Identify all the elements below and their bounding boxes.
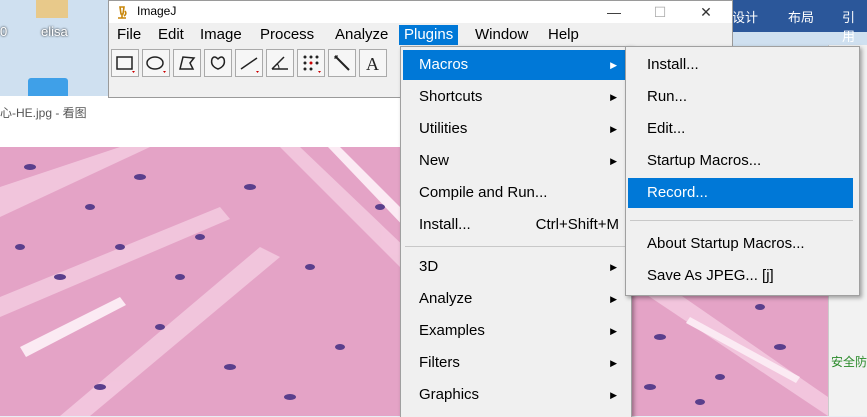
macros-item-save-as-jpeg[interactable]: Save As JPEG... [j] (628, 261, 853, 291)
desktop-icon-elisa-label[interactable]: elisa (41, 24, 68, 39)
maximize-button[interactable]: ☐ (637, 1, 683, 23)
imagej-titlebar[interactable]: ImageJ — ☐ ✕ (109, 1, 732, 23)
macros-item-edit[interactable]: Edit... (628, 114, 853, 144)
wand-tool-icon[interactable] (328, 49, 356, 77)
plugins-dropdown: Macros ▶ Shortcuts ▶ Utilities ▶ New ▶ Compi… (400, 46, 632, 417)
menu-plugins[interactable]: Plugins (399, 25, 459, 45)
svg-text:A: A (366, 54, 379, 74)
folder-icon[interactable] (36, 0, 68, 18)
folder-icon[interactable] (28, 78, 68, 98)
plugins-item-compile-and-run[interactable]: Compile and Run... (403, 178, 625, 208)
line-tool-icon[interactable] (235, 49, 263, 77)
angle-tool-icon[interactable] (266, 49, 294, 77)
menu-file[interactable]: File (112, 25, 146, 45)
menu-edit[interactable]: Edit (153, 25, 189, 45)
multipoint-tool-icon[interactable] (297, 49, 325, 77)
imagej-title: ImageJ (137, 4, 177, 18)
macros-item-record[interactable]: Record... (628, 178, 853, 208)
side-panel-text: 安全防 (831, 355, 867, 369)
polygon-tool-icon[interactable] (173, 49, 201, 77)
macros-item-startup-macros[interactable]: Startup Macros... (628, 146, 853, 176)
text-tool-icon[interactable]: A (359, 49, 387, 77)
close-button[interactable]: ✕ (683, 1, 729, 23)
plugins-item-analyze[interactable]: Analyze ▶ (403, 284, 625, 314)
ribbon-tab-references[interactable]: 引用 (842, 7, 867, 45)
oval-tool-icon[interactable] (142, 49, 170, 77)
plugins-item-macros[interactable]: Macros ▶ (403, 50, 625, 80)
menu-help[interactable]: Help (543, 25, 584, 45)
menu-separator (405, 246, 625, 247)
plugins-item-shortcuts[interactable]: Shortcuts ▶ (403, 82, 625, 112)
background-app-ribbon: 设计 布局 引用 (720, 0, 867, 44)
plugins-item-new[interactable]: New ▶ (403, 146, 625, 176)
macros-item-about-startup-macros[interactable]: About Startup Macros... (628, 229, 853, 259)
plugins-item-utilities[interactable]: Utilities ▶ (403, 114, 625, 144)
minimize-button[interactable]: — (591, 1, 637, 23)
desktop-icon-label[interactable]: 0 (0, 24, 7, 39)
rectangle-tool-icon[interactable] (111, 49, 139, 77)
ribbon-tab-design[interactable]: 设计 (732, 7, 758, 26)
macros-item-install[interactable]: Install... (628, 50, 853, 80)
imagej-microscope-icon (115, 4, 129, 20)
ribbon-tab-layout[interactable]: 布局 (788, 7, 814, 26)
menu-window[interactable]: Window (470, 25, 533, 45)
menu-separator (630, 220, 853, 221)
plugins-item-3d[interactable]: 3D ▶ (403, 252, 625, 282)
plugins-item-graphics[interactable]: Graphics ▶ (403, 380, 625, 410)
freehand-tool-icon[interactable] (204, 49, 232, 77)
install-shortcut: Ctrl+Shift+M (535, 216, 619, 233)
menu-image[interactable]: Image (195, 25, 247, 45)
image-viewer-title: 心-HE.jpg - 看图 (0, 106, 87, 120)
plugins-item-examples[interactable]: Examples ▶ (403, 316, 625, 346)
menu-analyze[interactable]: Analyze (330, 25, 393, 45)
plugins-item-install[interactable]: Install... Ctrl+Shift+M (403, 210, 625, 240)
plugins-item-filters[interactable]: Filters ▶ (403, 348, 625, 378)
macros-submenu: Install... Run... Edit... Startup Macros… (625, 46, 860, 296)
macros-item-run[interactable]: Run... (628, 82, 853, 112)
imagej-menubar: File Edit Image Process Analyze Plugins … (109, 24, 732, 46)
menu-process[interactable]: Process (255, 25, 319, 45)
